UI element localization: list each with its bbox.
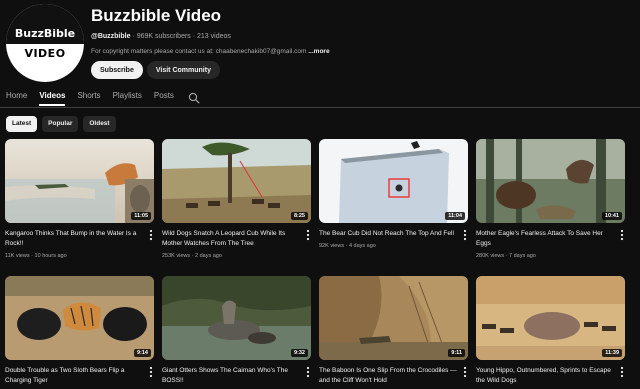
chip-oldest[interactable]: Oldest [83, 116, 116, 132]
video-thumbnail[interactable]: 8:25 [162, 139, 311, 223]
tab-posts[interactable]: Posts [154, 88, 174, 106]
video-meta: 253K views · 2 days ago [162, 253, 222, 259]
channel-stats: · 969K subscribers · 213 videos [130, 33, 231, 40]
video-duration: 9:11 [448, 349, 465, 357]
video-duration: 10:41 [601, 212, 622, 220]
sort-chips: Latest Popular Oldest [6, 116, 116, 132]
video-thumbnail[interactable]: 10:41 [476, 139, 625, 223]
tab-videos[interactable]: Videos [39, 88, 66, 106]
video-thumbnail[interactable]: 9:32 [162, 276, 311, 360]
video-thumbnail[interactable]: 11:04 [319, 139, 468, 223]
video-card[interactable]: 9:32 Giant Otters Shows The Caiman Who's… [162, 276, 311, 386]
video-thumbnail[interactable]: 9:11 [319, 276, 468, 360]
video-card[interactable]: 11:39 Young Hippo, Outnumbered, Sprints … [476, 276, 625, 386]
channel-tabs: Home Videos Shorts Playlists Posts [6, 88, 634, 106]
more-link[interactable]: ...more [308, 48, 329, 55]
video-card[interactable]: 9:14 Double Trouble as Two Sloth Bears F… [5, 276, 154, 386]
video-duration: 8:25 [290, 212, 308, 220]
tab-home[interactable]: Home [6, 88, 27, 106]
channel-description-text: For copyright matters please contact us … [91, 48, 309, 55]
video-title[interactable]: Kangaroo Thinks That Bump in the Water I… [5, 229, 143, 249]
video-card[interactable]: 10:41 Mother Eagle's Fearless Attack To … [476, 139, 625, 260]
video-duration: 11:39 [602, 349, 622, 357]
visit-community-button[interactable]: Visit Community [146, 61, 220, 79]
video-title[interactable]: Mother Eagle's Fearless Attack To Save H… [476, 229, 614, 249]
more-actions-icon[interactable] [619, 229, 625, 241]
video-title[interactable]: Giant Otters Shows The Caiman Who's The … [162, 366, 300, 386]
avatar-logo-text-top: BuzzBible [14, 27, 76, 40]
chip-latest[interactable]: Latest [6, 116, 38, 132]
video-meta: 280K views · 7 days ago [476, 253, 536, 259]
video-thumbnail[interactable]: 9:14 [5, 276, 154, 360]
tab-shorts[interactable]: Shorts [77, 88, 100, 106]
channel-name: Buzzbible Video [91, 6, 222, 25]
video-title[interactable]: The Bear Cub Did Not Reach The Top And F… [319, 229, 457, 239]
video-title[interactable]: Double Trouble as Two Sloth Bears Flip a… [5, 366, 143, 386]
video-meta: 11K views · 10 hours ago [5, 253, 67, 259]
video-card[interactable]: 8:25 Wild Dogs Snatch A Leopard Cub Whil… [162, 139, 311, 260]
video-thumbnail[interactable]: 11:05 [5, 139, 154, 223]
video-thumbnail[interactable]: 11:39 [476, 276, 625, 360]
video-title[interactable]: Young Hippo, Outnumbered, Sprints to Esc… [476, 366, 614, 386]
channel-handle: @Buzzbible [91, 33, 131, 40]
avatar-logo-text-bottom: VIDEO [24, 47, 66, 60]
channel-description[interactable]: For copyright matters please contact us … [91, 47, 631, 56]
video-duration: 9:14 [133, 349, 151, 357]
video-duration: 9:32 [290, 349, 308, 357]
more-actions-icon[interactable] [462, 366, 468, 378]
search-icon[interactable] [188, 91, 200, 104]
video-meta: 92K views · 4 days ago [319, 243, 376, 249]
subscribe-button[interactable]: Subscribe [91, 61, 143, 79]
more-actions-icon[interactable] [462, 229, 468, 241]
more-actions-icon[interactable] [148, 366, 154, 378]
channel-avatar[interactable]: BuzzBible VIDEO [6, 4, 84, 82]
more-actions-icon[interactable] [305, 229, 311, 241]
channel-actions: Subscribe Visit Community [91, 61, 631, 79]
more-actions-icon[interactable] [305, 366, 311, 378]
more-actions-icon[interactable] [148, 229, 154, 241]
channel-header: BuzzBible VIDEO Buzzbible Video @Buzzbib… [6, 4, 634, 84]
video-duration: 11:04 [445, 212, 465, 220]
tab-playlists[interactable]: Playlists [113, 88, 142, 106]
video-duration: 11:05 [131, 212, 151, 220]
video-card[interactable]: 11:04 The Bear Cub Did Not Reach The Top… [319, 139, 468, 250]
video-card[interactable]: 11:05 Kangaroo Thinks That Bump in the W… [5, 139, 154, 260]
more-actions-icon[interactable] [619, 366, 625, 378]
channel-meta: @Buzzbible · 969K subscribers · 213 vide… [91, 32, 631, 41]
tab-divider [0, 107, 640, 108]
video-card[interactable]: 9:11 The Baboon Is One Slip From the Cro… [319, 276, 468, 386]
channel-info: Buzzbible Video @Buzzbible · 969K subscr… [91, 6, 631, 79]
video-title[interactable]: The Baboon Is One Slip From the Crocodil… [319, 366, 457, 386]
chip-popular[interactable]: Popular [42, 116, 79, 132]
video-title[interactable]: Wild Dogs Snatch A Leopard Cub While Its… [162, 229, 300, 249]
